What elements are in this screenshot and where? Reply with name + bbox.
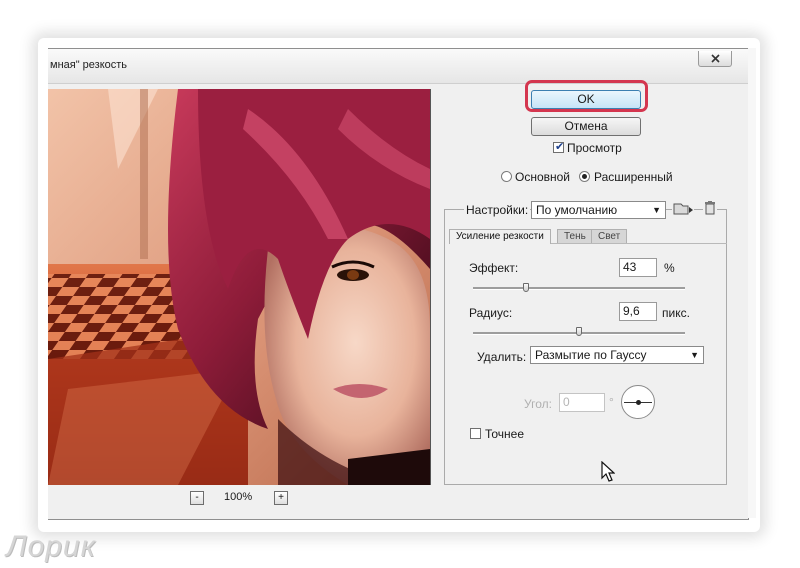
radius-label: Радиус: bbox=[469, 306, 513, 320]
preview-label: Просмотр bbox=[567, 141, 622, 155]
zoom-out-button[interactable]: - bbox=[190, 491, 204, 505]
amount-unit: % bbox=[664, 261, 675, 275]
mouse-cursor-icon bbox=[601, 461, 615, 482]
dropdown-arrow-icon: ▼ bbox=[652, 205, 661, 215]
radio-selected-dot bbox=[582, 174, 587, 179]
background-app-edge bbox=[748, 48, 756, 518]
angle-label: Угол: bbox=[524, 397, 552, 411]
zoom-in-button[interactable]: + bbox=[274, 491, 288, 505]
radius-slider-thumb[interactable] bbox=[576, 327, 582, 336]
amount-input[interactable]: 43 bbox=[619, 258, 657, 277]
tab-highlight[interactable]: Свет bbox=[591, 229, 628, 243]
basic-mode-label: Основной bbox=[515, 170, 571, 184]
angle-dial[interactable] bbox=[621, 385, 655, 419]
dropdown-arrow-icon: ▼ bbox=[690, 350, 699, 360]
advanced-mode-radio[interactable] bbox=[579, 171, 590, 182]
amount-label: Эффект: bbox=[469, 261, 519, 275]
angle-unit: ° bbox=[609, 395, 614, 409]
radius-input[interactable]: 9,6 bbox=[619, 302, 657, 321]
tab-shadow[interactable]: Тень bbox=[557, 229, 593, 243]
angle-input[interactable]: 0 bbox=[559, 393, 605, 412]
remove-select[interactable]: Размытие по Гауссу ▼ bbox=[530, 346, 704, 364]
settings-select-value: По умолчанию bbox=[536, 203, 618, 217]
radius-unit: пикс. bbox=[662, 306, 690, 320]
zoom-bar: - 100% + bbox=[48, 485, 430, 519]
dialog-title: мная" резкость bbox=[50, 59, 128, 71]
angle-dial-center bbox=[636, 400, 641, 405]
settings-select[interactable]: По умолчанию ▼ bbox=[531, 201, 666, 219]
remove-select-value: Размытие по Гауссу bbox=[535, 348, 647, 362]
preview-photo bbox=[48, 89, 430, 485]
watermark: Лорик bbox=[6, 530, 96, 563]
more-accurate-checkbox[interactable] bbox=[470, 428, 481, 439]
save-settings-icon[interactable] bbox=[672, 201, 694, 217]
title-bar: мная" резкость bbox=[48, 49, 748, 84]
remove-label: Удалить: bbox=[477, 350, 527, 364]
advanced-mode-label: Расширенный bbox=[594, 170, 673, 184]
close-icon bbox=[710, 54, 720, 63]
cancel-button[interactable]: Отмена bbox=[531, 117, 641, 136]
zoom-level: 100% bbox=[224, 491, 253, 503]
tab-sharpen[interactable]: Усиление резкости bbox=[449, 229, 551, 244]
smart-sharpen-dialog: мная" резкость - 100% + OK Отмена ✔ Прос… bbox=[48, 48, 749, 520]
tab-strip: Усиление резкости Тень Свет bbox=[449, 229, 727, 244]
close-button[interactable] bbox=[698, 51, 732, 67]
image-preview[interactable] bbox=[48, 89, 431, 485]
ok-highlight-marker bbox=[525, 80, 648, 112]
more-accurate-label: Точнее bbox=[485, 427, 525, 441]
settings-label: Настройки: bbox=[464, 203, 531, 217]
trash-icon[interactable] bbox=[703, 200, 717, 216]
amount-slider-track[interactable] bbox=[473, 287, 685, 290]
amount-slider-thumb[interactable] bbox=[523, 283, 529, 292]
checkmark-icon: ✔ bbox=[555, 141, 565, 153]
basic-mode-radio[interactable] bbox=[501, 171, 512, 182]
preview-checkbox[interactable]: ✔ bbox=[553, 141, 565, 153]
